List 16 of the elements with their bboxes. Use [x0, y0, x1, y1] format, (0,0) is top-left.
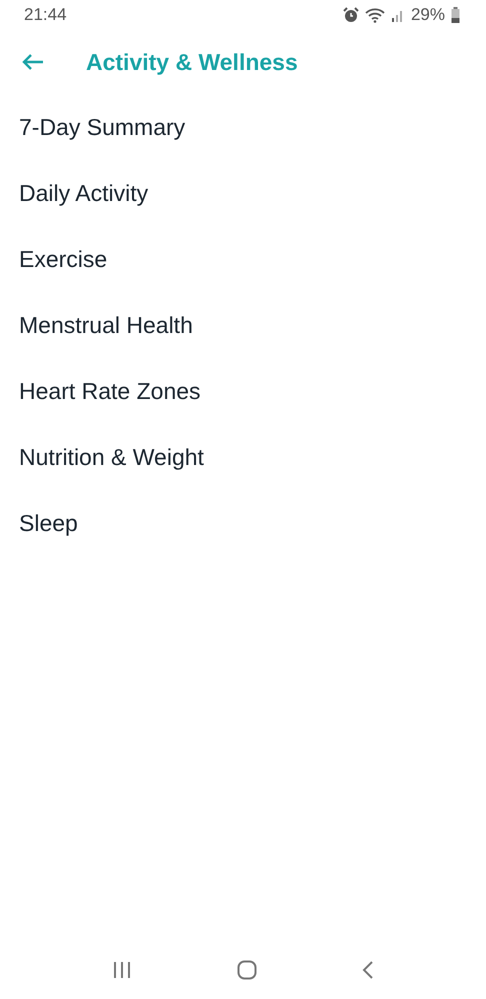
home-button[interactable] — [236, 960, 257, 980]
wifi-icon — [364, 7, 385, 23]
menu-item[interactable]: Heart Rate Zones — [0, 358, 486, 424]
menu-item[interactable]: Exercise — [0, 226, 486, 292]
menu-item[interactable]: Menstrual Health — [0, 292, 486, 358]
page-title: Activity & Wellness — [86, 48, 298, 76]
menu-item[interactable]: Nutrition & Weight — [0, 424, 486, 490]
menu-item[interactable]: Sleep — [0, 490, 486, 556]
status-time: 21:44 — [24, 5, 67, 25]
battery-icon — [451, 7, 460, 23]
alarm-icon — [342, 7, 359, 23]
recent-apps-button[interactable] — [112, 961, 132, 979]
back-nav-button[interactable] — [362, 960, 374, 980]
menu-item[interactable]: 7-Day Summary — [0, 94, 486, 160]
battery-percent: 29% — [410, 5, 445, 25]
menu-item[interactable]: Daily Activity — [0, 160, 486, 226]
